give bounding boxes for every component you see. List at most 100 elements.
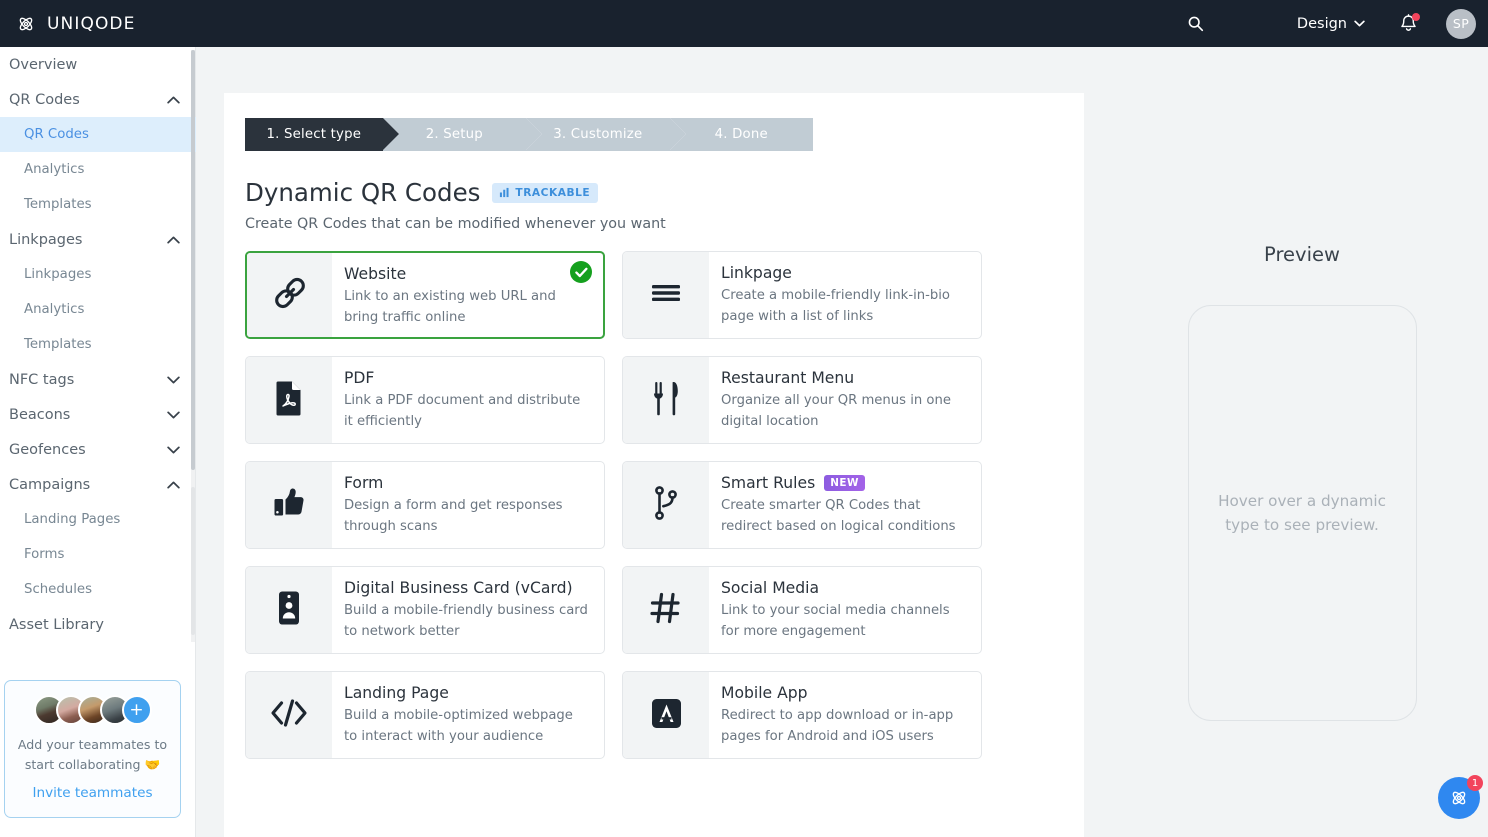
help-widget-badge: 1 <box>1467 775 1483 791</box>
card-body: PDF Link a PDF document and distribute it… <box>332 357 604 443</box>
wizard-stepper: 1. Select type 2. Setup 3. Customize 4. Don… <box>245 118 813 151</box>
sidebar-item-templates[interactable]: Templates <box>0 187 196 222</box>
stepper-step-3[interactable]: 3. Customize <box>526 118 686 151</box>
qr-type-card-linkpage[interactable]: Linkpage Create a mobile-friendly link-in… <box>622 251 982 339</box>
sidebar-item-label: QR Codes <box>24 127 89 142</box>
sidebar-item-analytics[interactable]: Analytics <box>0 292 196 327</box>
status-badge-label: TRACKABLE <box>515 186 591 199</box>
sidebar-item-label: Geofences <box>9 441 86 458</box>
main-content-area: 1. Select type 2. Setup 3. Customize 4. Don… <box>196 47 1488 837</box>
preview-placeholder-text: Hover over a dynamic type to see preview… <box>1218 491 1386 534</box>
card-title-line: PDF <box>344 369 590 387</box>
card-description: Build a mobile-friendly business card to… <box>344 603 588 639</box>
add-teammate-button[interactable]: + <box>121 695 152 725</box>
qr-type-card-landing-page[interactable]: Landing Page Build a mobile-optimized web… <box>245 671 605 759</box>
card-icon-area <box>623 672 709 758</box>
sidebar-item-label: QR Codes <box>9 91 80 108</box>
card-body: Restaurant Menu Organize all your QR menu… <box>709 357 981 443</box>
qr-type-card-pdf[interactable]: PDF Link a PDF document and distribute it… <box>245 356 605 444</box>
card-title-line: Digital Business Card (vCard) <box>344 579 590 597</box>
stepper-step-label: 2. Setup <box>425 127 483 142</box>
card-icon-area <box>623 357 709 443</box>
preview-panel: Preview Hover over a dynamic type to see… <box>1116 93 1488 837</box>
brand-logo-area[interactable]: UNIQODE <box>0 12 135 36</box>
qr-type-card-mobile-app[interactable]: Mobile App Redirect to app download or in… <box>622 671 982 759</box>
qr-type-card-restaurant-menu[interactable]: Restaurant Menu Organize all your QR menu… <box>622 356 982 444</box>
invite-teammates-link[interactable]: Invite teammates <box>32 785 152 801</box>
card-description: Create a mobile-friendly link-in-bio pag… <box>721 288 950 324</box>
sidebar-item-nfc-tags[interactable]: NFC tags <box>0 362 196 397</box>
sidebar: Overview QR Codes QR Codes Analytics Templat… <box>0 47 196 837</box>
card-body: Social Media Link to your social media ch… <box>709 567 981 653</box>
card-title: Landing Page <box>344 684 449 702</box>
qr-type-card-grid: Website Link to an existing web URL and b… <box>245 251 1007 759</box>
sidebar-item-geofences[interactable]: Geofences <box>0 432 196 467</box>
sidebar-item-qr-codes[interactable]: QR Codes <box>0 82 196 117</box>
notifications-button[interactable] <box>1399 12 1420 34</box>
qr-type-card-website[interactable]: Website Link to an existing web URL and b… <box>245 251 605 339</box>
card-description: Build a mobile-optimized webpage to inte… <box>344 708 573 744</box>
sidebar-item-linkpages[interactable]: Linkpages <box>0 222 196 257</box>
stepper-step-2[interactable]: 2. Setup <box>382 118 543 151</box>
chevron-down-icon <box>167 446 180 453</box>
stepper-step-4[interactable]: 4. Done <box>669 118 813 151</box>
qr-type-card-smart-rules[interactable]: Smart Rules NEW Create smarter QR Codes th… <box>622 461 982 549</box>
qr-type-card-digital-business-card-vcard[interactable]: Digital Business Card (vCard) Build a mob… <box>245 566 605 654</box>
card-title: Smart Rules <box>721 474 816 492</box>
chevron-up-icon <box>167 96 180 103</box>
thumbs-up-icon <box>272 486 306 524</box>
sidebar-item-label: Templates <box>24 337 92 352</box>
qr-type-panel: 1. Select type 2. Setup 3. Customize 4. Don… <box>224 93 1084 837</box>
card-icon-area <box>623 462 709 548</box>
help-widget-button[interactable]: 1 <box>1438 775 1483 819</box>
sidebar-item-label: Schedules <box>24 582 93 597</box>
teammate-avatar-group: + <box>33 695 152 725</box>
sidebar-item-analytics[interactable]: Analytics <box>0 152 196 187</box>
step-arrow <box>669 118 686 150</box>
qr-type-card-form[interactable]: Form Design a form and get responses thro… <box>245 461 605 549</box>
invite-teammates-card: + Add your teammates to start collaborat… <box>4 680 181 818</box>
qr-type-card-social-media[interactable]: Social Media Link to your social media ch… <box>622 566 982 654</box>
sidebar-item-label: Campaigns <box>9 476 91 493</box>
sidebar-item-landing-pages[interactable]: Landing Pages <box>0 502 196 537</box>
sidebar-item-asset-library[interactable]: Asset Library <box>0 607 196 642</box>
git-branch-icon <box>653 485 679 525</box>
card-title: Website <box>344 265 407 283</box>
app-store-icon <box>651 698 682 733</box>
search-button[interactable] <box>1167 15 1225 32</box>
card-body: Website Link to an existing web URL and b… <box>332 253 603 337</box>
card-title: Social Media <box>721 579 820 597</box>
sidebar-item-label: Templates <box>24 197 92 212</box>
bar-chart-icon <box>500 187 509 198</box>
sidebar-scrollbar-thumb[interactable] <box>191 50 195 470</box>
sidebar-item-forms[interactable]: Forms <box>0 537 196 572</box>
uniqode-logo-icon <box>1452 791 1466 805</box>
sidebar-item-label: Analytics <box>24 302 85 317</box>
sidebar-item-places[interactable]: Places <box>0 642 196 645</box>
card-body: Linkpage Create a mobile-friendly link-in… <box>709 252 981 338</box>
sidebar-scrollbar-thumb-secondary[interactable] <box>191 487 195 635</box>
sidebar-item-qr-codes[interactable]: QR Codes <box>0 117 196 152</box>
card-title-line: Linkpage <box>721 264 967 282</box>
workspace-selector[interactable]: Design <box>1297 16 1365 32</box>
card-title: Digital Business Card (vCard) <box>344 579 573 597</box>
sidebar-item-label: Analytics <box>24 162 85 177</box>
uniqode-logo-icon <box>19 17 33 30</box>
card-icon-area <box>246 462 332 548</box>
search-icon <box>1189 16 1204 32</box>
sidebar-item-schedules[interactable]: Schedules <box>0 572 196 607</box>
stepper-step-label: 3. Customize <box>553 127 643 142</box>
sidebar-item-beacons[interactable]: Beacons <box>0 397 196 432</box>
sidebar-item-templates[interactable]: Templates <box>0 327 196 362</box>
sidebar-item-campaigns[interactable]: Campaigns <box>0 467 196 502</box>
stepper-step-1[interactable]: 1. Select type <box>245 118 399 151</box>
sidebar-item-linkpages[interactable]: Linkpages <box>0 257 196 292</box>
card-description: Organize all your QR menus in one digita… <box>721 393 951 429</box>
sidebar-item-label: Asset Library <box>9 616 104 633</box>
step-arrow <box>526 118 543 150</box>
sidebar-item-overview[interactable]: Overview <box>0 47 196 82</box>
sidebar-item-label: Linkpages <box>9 231 83 248</box>
user-avatar[interactable]: SP <box>1446 8 1476 39</box>
sidebar-item-label: Landing Pages <box>24 512 121 527</box>
card-title: PDF <box>344 369 375 387</box>
